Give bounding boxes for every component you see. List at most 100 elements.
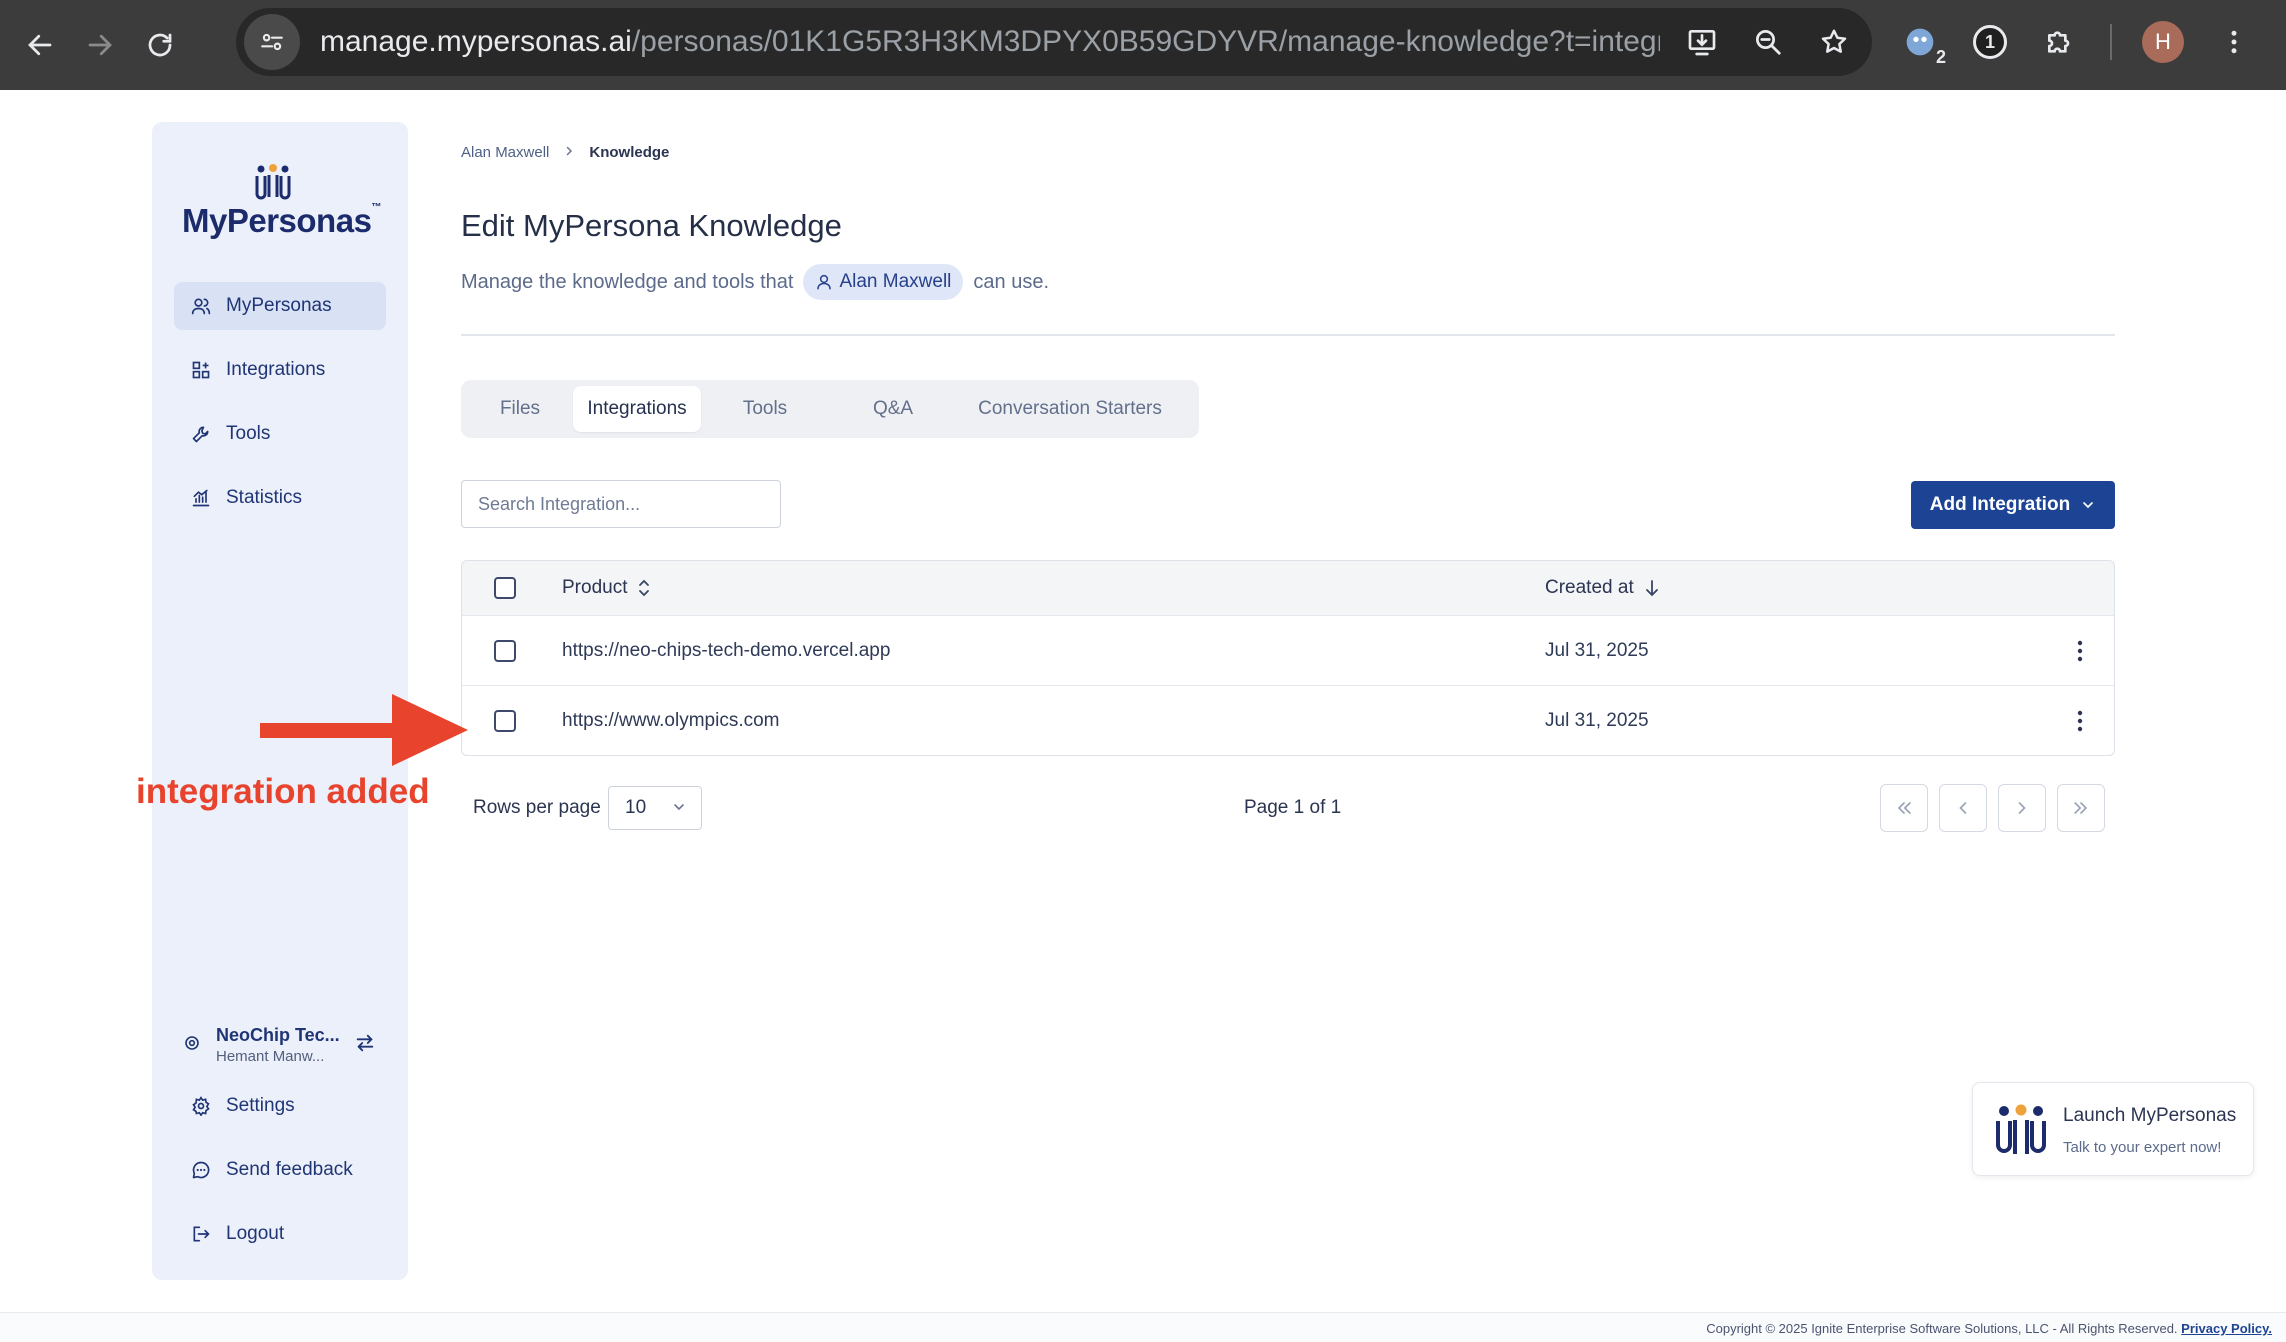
sidebar-item-label: Integrations xyxy=(226,359,326,380)
table-row[interactable]: https://neo-chips-tech-demo.vercel.app J… xyxy=(462,615,2114,685)
password-manager-icon[interactable]: 1 xyxy=(1970,22,2010,62)
created-at-cell: Jul 31, 2025 xyxy=(1545,709,1649,731)
chevron-left-icon xyxy=(1959,802,1967,814)
chevron-right-icon xyxy=(563,144,575,161)
column-header-product-label: Product xyxy=(562,577,628,598)
swap-arrows-icon[interactable] xyxy=(354,1032,376,1059)
launch-widget-subtitle: Talk to your expert now! xyxy=(2063,1139,2222,1156)
extension-badge-icon[interactable]: 2 xyxy=(1900,22,1946,67)
extensions-puzzle-icon[interactable] xyxy=(2040,22,2080,62)
double-chevron-right-icon xyxy=(2074,802,2088,814)
add-integration-button[interactable]: Add Integration xyxy=(1911,481,2115,529)
user-icon xyxy=(815,273,833,291)
forward-button[interactable] xyxy=(70,15,130,75)
rows-per-page-select[interactable]: 10 xyxy=(608,786,702,830)
launch-mypersonas-widget[interactable]: Launch MyPersonas Talk to your expert no… xyxy=(1972,1082,2254,1176)
sidebar-item-tools[interactable]: Tools xyxy=(174,410,386,458)
sidebar-item-logout[interactable]: Logout xyxy=(174,1210,386,1258)
persona-chip[interactable]: Alan Maxwell xyxy=(803,264,964,300)
users-icon xyxy=(190,295,212,317)
sidebar-item-label: MyPersonas xyxy=(226,295,332,316)
extension-badge-count: 2 xyxy=(1935,47,1946,67)
double-chevron-left-icon xyxy=(1897,802,1911,814)
organization-switcher[interactable]: NeoChip Tec... Hemant Manw... xyxy=(184,1020,384,1070)
sidebar-item-settings[interactable]: Settings xyxy=(174,1082,386,1130)
created-at-cell: Jul 31, 2025 xyxy=(1545,639,1649,661)
tab-integrations[interactable]: Integrations xyxy=(573,386,701,432)
url-host: manage.mypersonas.ai xyxy=(320,25,632,58)
zoom-icon[interactable] xyxy=(1746,20,1790,64)
add-integration-label: Add Integration xyxy=(1929,494,2071,515)
sidebar-item-label: Statistics xyxy=(226,487,303,508)
reload-button[interactable] xyxy=(130,15,190,75)
chevron-down-icon xyxy=(671,799,687,815)
tab-qa[interactable]: Q&A xyxy=(829,386,957,432)
persona-chip-name: Alan Maxwell xyxy=(839,271,952,292)
back-button[interactable] xyxy=(10,15,70,75)
sidebar-item-label: Settings xyxy=(226,1095,295,1116)
logo-wordmark: MyPersonas™ xyxy=(182,202,381,239)
tab-tools[interactable]: Tools xyxy=(701,386,829,432)
sort-toggle-icon xyxy=(637,579,651,597)
breadcrumb: Alan Maxwell Knowledge xyxy=(461,144,669,161)
chevron-right-icon xyxy=(2018,802,2026,814)
page-title: Edit MyPersona Knowledge xyxy=(461,208,842,243)
org-name: NeoChip Tec... xyxy=(216,1025,340,1045)
sidebar-bottom-nav: Settings Send feedback Logout xyxy=(174,1082,386,1274)
row-checkbox[interactable] xyxy=(494,639,516,662)
launch-widget-title: Launch MyPersonas xyxy=(2063,1105,2237,1126)
browser-toolbar: manage.mypersonas.ai/personas/01K1G5R3H3… xyxy=(0,0,2286,90)
sidebar-item-send-feedback[interactable]: Send feedback xyxy=(174,1146,386,1194)
sidebar-item-statistics[interactable]: Statistics xyxy=(174,474,386,522)
first-page-button[interactable] xyxy=(1880,784,1928,832)
tab-files[interactable]: Files xyxy=(467,386,573,432)
browser-menu-icon[interactable] xyxy=(2214,22,2254,62)
pagination: Rows per page 10 Page 1 of 1 xyxy=(461,784,2115,832)
column-header-created-label: Created at xyxy=(1545,577,1634,598)
column-header-product[interactable]: Product xyxy=(562,577,651,599)
row-actions-icon[interactable] xyxy=(2070,707,2090,735)
sidebar-item-label: Send feedback xyxy=(226,1159,353,1180)
privacy-policy-link[interactable]: Privacy Policy. xyxy=(2181,1321,2272,1336)
row-actions-icon[interactable] xyxy=(2070,637,2090,665)
subtitle-text-before: Manage the knowledge and tools that xyxy=(461,270,794,293)
rows-per-page-label: Rows per page xyxy=(473,797,601,818)
mypersonas-logo[interactable]: MyPersonas™ xyxy=(182,162,381,242)
sidebar-nav: MyPersonas Integrations Tools Statistics xyxy=(174,282,386,538)
column-header-created[interactable]: Created at xyxy=(1545,577,1660,599)
sidebar-item-label: Logout xyxy=(226,1223,285,1244)
product-cell: https://www.olympics.com xyxy=(562,709,780,731)
integrations-table: Product Created at https://neo-chips-tec… xyxy=(461,560,2115,756)
profile-avatar[interactable]: H xyxy=(2142,21,2184,63)
previous-page-button[interactable] xyxy=(1939,784,1987,832)
install-app-icon[interactable] xyxy=(1680,20,1724,64)
toolbar-separator xyxy=(2110,24,2112,60)
pagination-buttons xyxy=(1880,784,2105,832)
footer: Copyright © 2025 Ignite Enterprise Softw… xyxy=(0,1312,2286,1342)
table-row[interactable]: https://www.olympics.com Jul 31, 2025 xyxy=(462,685,2114,755)
row-checkbox[interactable] xyxy=(494,709,516,732)
next-page-button[interactable] xyxy=(1998,784,2046,832)
select-all-checkbox[interactable] xyxy=(494,577,516,599)
url-path: /personas/01K1G5R3H3KM3DPYX0B59GDYVR/man… xyxy=(631,25,1660,58)
page-info: Page 1 of 1 xyxy=(1244,797,1342,818)
reload-icon xyxy=(148,33,172,57)
password-manager-badge: 1 xyxy=(1973,25,2007,59)
arrow-left-icon xyxy=(28,34,52,56)
arrow-right-icon xyxy=(88,34,112,56)
site-info-icon[interactable] xyxy=(244,14,300,70)
url-text[interactable]: manage.mypersonas.ai/personas/01K1G5R3H3… xyxy=(320,25,1660,59)
tab-conversation-starters[interactable]: Conversation Starters xyxy=(957,386,1183,432)
bookmark-star-icon[interactable] xyxy=(1812,20,1856,64)
integrations-icon xyxy=(190,359,212,381)
breadcrumb-persona-link[interactable]: Alan Maxwell xyxy=(461,144,549,161)
sidebar-item-label: Tools xyxy=(226,423,271,444)
breadcrumb-current: Knowledge xyxy=(589,144,670,161)
sidebar-item-integrations[interactable]: Integrations xyxy=(174,346,386,394)
address-bar[interactable]: manage.mypersonas.ai/personas/01K1G5R3H3… xyxy=(236,8,1872,76)
sidebar-item-mypersonas[interactable]: MyPersonas xyxy=(174,282,386,330)
search-integration-input[interactable] xyxy=(461,480,781,528)
footer-copyright: Copyright © 2025 Ignite Enterprise Softw… xyxy=(1706,1321,2272,1336)
last-page-button[interactable] xyxy=(2057,784,2105,832)
page-subtitle: Manage the knowledge and tools that Alan… xyxy=(461,264,1049,300)
